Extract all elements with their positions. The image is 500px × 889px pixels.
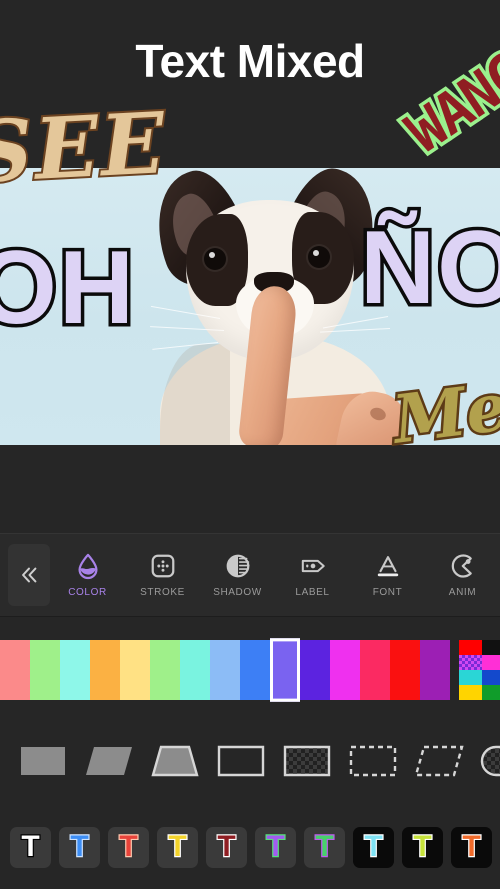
rectangle-dashed-icon [349,745,397,777]
text-preset-glyph: T [69,830,90,863]
text-preset-card[interactable]: T [304,826,345,868]
shadow-circle-icon [226,554,250,578]
tab-label-label: LABEL [295,587,330,598]
text-preset-glyph: T [20,830,41,863]
shape-style-trapezoid-solid[interactable] [142,728,208,794]
color-swatch[interactable] [390,640,420,700]
color-swatch[interactable] [240,640,270,700]
shape-style-list[interactable] [0,721,500,801]
font-a-icon [377,556,398,577]
text-preset-glyph: T [314,830,335,863]
color-strip-section [0,635,500,705]
shape-style-rectangle-dashed[interactable] [340,728,406,794]
tab-color-label: COLOR [68,587,107,598]
text-layer-me[interactable]: Me [386,365,500,461]
tab-font-label: FONT [372,587,403,598]
color-swatch[interactable] [90,640,120,700]
text-layer-see[interactable]: SEE [0,91,171,204]
text-layer-oh[interactable]: OH [0,233,138,344]
grid-palette-cell[interactable] [459,655,482,670]
parallelogram-solid-icon [86,747,132,775]
text-preset-card[interactable]: T [157,826,198,868]
grid-palette-cell[interactable] [459,640,482,655]
text-preset-card[interactable]: T [353,826,394,868]
anim-pac-icon [451,554,472,578]
text-preset-list[interactable]: TTTTTTTTTT [0,809,500,885]
text-preset-glyph: T [118,830,139,863]
shape-style-parallelogram-solid[interactable] [76,728,142,794]
dog-eye-glint-left [209,252,215,258]
color-swatch[interactable] [300,640,330,700]
text-preset-card[interactable]: T [10,826,51,868]
text-preset-glyph: T [265,830,286,863]
page-title: Text Mixed [135,35,365,87]
text-preset-card[interactable]: T [451,826,492,868]
shape-style-rectangle-outline[interactable] [208,728,274,794]
rectangle-outline-icon [217,745,265,777]
tab-font[interactable]: FONT [350,533,425,617]
text-preset-glyph: T [216,830,237,863]
text-preset-glyph: T [363,830,384,863]
tab-color[interactable]: COLOR [50,533,125,617]
dog-eye-left [204,248,226,270]
color-swatch[interactable] [60,640,90,700]
color-swatch[interactable] [270,638,300,702]
grid-palette-cell[interactable] [459,685,482,700]
color-swatch[interactable] [330,640,360,700]
color-swatch[interactable] [210,640,240,700]
color-swatch[interactable] [120,640,150,700]
text-preset-glyph: T [167,830,188,863]
collapse-panel-button[interactable] [8,544,50,606]
text-preset-glyph: T [461,830,482,863]
pill-transparent-icon [480,745,500,777]
tab-stroke[interactable]: STROKE [125,533,200,617]
color-swatch[interactable] [360,640,390,700]
shape-style-rectangle-transparent[interactable] [274,728,340,794]
shape-style-pill-transparent[interactable] [472,728,500,794]
tab-shadow[interactable]: SHADOW [200,533,275,617]
grid-palette-cell[interactable] [459,670,482,685]
grid-palette-cell[interactable] [482,670,500,685]
text-preset-card[interactable]: T [59,826,100,868]
text-preset-card[interactable]: T [206,826,247,868]
editor-panel: COLOR STROKE SHADOW LABEL FONT ANIM T T … [0,445,500,889]
grid-palette-cell[interactable] [482,640,500,655]
grid-palette-cell[interactable] [482,685,500,700]
text-preset-glyph: T [412,830,433,863]
tab-stroke-label: STROKE [140,587,185,598]
color-swatch[interactable] [420,640,450,700]
tab-shadow-label: SHADOW [213,587,262,598]
chevron-double-left-icon [22,567,37,583]
trapezoid-solid-icon [151,745,199,777]
stroke-square-icon [151,554,174,578]
text-layer-no[interactable]: ÑO [357,213,500,324]
tab-anim[interactable]: ANIM [425,533,500,617]
shape-style-parallelogram-dashed[interactable] [406,728,472,794]
tab-anim-label: ANIM [448,587,477,598]
dog-eye-right [308,246,330,268]
water-drop-icon [77,553,98,580]
color-swatch-list[interactable] [0,638,450,702]
tab-label[interactable]: LABEL [275,533,350,617]
rectangle-transparent-icon [283,745,331,777]
dog-eye-glint-right [313,250,319,256]
text-preset-card[interactable]: T [108,826,149,868]
color-swatch[interactable] [30,640,60,700]
parallelogram-dashed-icon [414,745,464,777]
rectangle-solid-icon [21,747,65,775]
text-preset-card[interactable]: T [255,826,296,868]
text-preset-card[interactable]: T [402,826,443,868]
color-grid-palette-button[interactable] [459,640,500,700]
tag-icon [301,559,325,573]
color-swatch[interactable] [150,640,180,700]
shape-style-rectangle-solid[interactable] [10,728,76,794]
editor-canvas[interactable]: OH ÑO Me SEE WANG [0,38,500,461]
color-swatch[interactable] [0,640,30,700]
tool-toolbar: COLOR STROKE SHADOW LABEL FONT ANIM [0,533,500,617]
color-swatch[interactable] [180,640,210,700]
grid-palette-cell[interactable] [482,655,500,670]
dog-body-shadow [160,344,230,445]
